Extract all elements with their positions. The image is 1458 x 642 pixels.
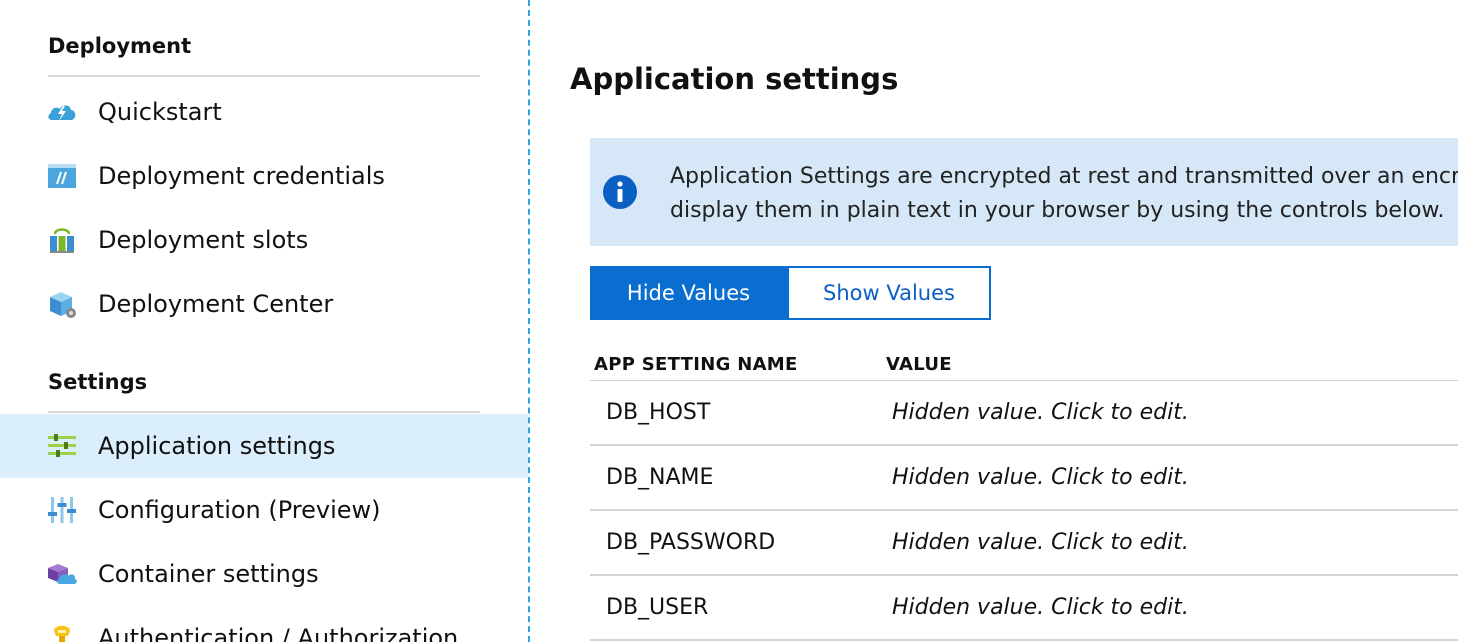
column-header-name: APP SETTING NAME bbox=[594, 354, 798, 375]
sidebar-item-label: Authentication / Authorization bbox=[98, 624, 459, 642]
sidebar-item-deployment-slots[interactable]: Deployment slots bbox=[0, 208, 528, 272]
table-header: APP SETTING NAME VALUE bbox=[590, 350, 1458, 381]
info-banner: Application Settings are encrypted at re… bbox=[590, 138, 1458, 246]
table-row[interactable]: DB_USER Hidden value. Click to edit. bbox=[590, 576, 1458, 641]
main-panel: Application settings Application Setting… bbox=[531, 0, 1458, 642]
sidebar-item-label: Deployment credentials bbox=[98, 162, 385, 190]
container-icon bbox=[48, 564, 77, 584]
table-row[interactable]: DB_PASSWORD Hidden value. Click to edit. bbox=[590, 511, 1458, 576]
sidebar-item-container-settings[interactable]: Container settings bbox=[0, 542, 528, 606]
info-banner-text: Application Settings are encrypted at re… bbox=[670, 164, 1458, 223]
key-icon bbox=[54, 625, 70, 642]
sidebar-item-deployment-center[interactable]: Deployment Center bbox=[0, 272, 528, 336]
sidebar-item-label: Configuration (Preview) bbox=[98, 496, 381, 524]
sidebar-menu: Deployment Quickstart Deployment credent… bbox=[0, 0, 528, 642]
setting-value[interactable]: Hidden value. Click to edit. bbox=[892, 381, 1189, 444]
values-visibility-toggle: Hide Values Show Values bbox=[590, 266, 991, 320]
table-row[interactable]: DB_NAME Hidden value. Click to edit. bbox=[590, 446, 1458, 511]
setting-value[interactable]: Hidden value. Click to edit. bbox=[892, 511, 1189, 574]
slots-icon bbox=[50, 228, 74, 253]
sidebar-item-quickstart[interactable]: Quickstart bbox=[0, 80, 528, 144]
configuration-icon bbox=[48, 497, 76, 523]
sidebar-item-application-settings[interactable]: Application settings bbox=[0, 414, 528, 478]
column-header-value: VALUE bbox=[886, 354, 952, 375]
deployment-center-icon bbox=[50, 292, 76, 318]
sidebar-item-label: Deployment slots bbox=[98, 226, 309, 254]
section-header-settings: Settings bbox=[48, 370, 148, 394]
app-service-blade: Deployment Quickstart Deployment credent… bbox=[0, 0, 1458, 642]
sidebar-item-authentication-authorization[interactable]: Authentication / Authorization bbox=[0, 606, 528, 642]
blade-splitter[interactable] bbox=[528, 0, 530, 642]
section-header-deployment: Deployment bbox=[48, 34, 192, 58]
sidebar-item-configuration-preview[interactable]: Configuration (Preview) bbox=[0, 478, 528, 542]
setting-name: DB_PASSWORD bbox=[606, 530, 776, 555]
section-divider bbox=[48, 75, 480, 77]
cloud-lightning-icon bbox=[48, 105, 76, 121]
info-icon bbox=[603, 175, 637, 209]
sidebar-item-label: Application settings bbox=[98, 432, 336, 460]
table-row[interactable]: DB_HOST Hidden value. Click to edit. bbox=[590, 381, 1458, 446]
setting-name: DB_USER bbox=[606, 595, 709, 620]
page-title: Application settings bbox=[570, 62, 899, 96]
hide-values-button[interactable]: Hide Values bbox=[590, 266, 787, 320]
sidebar-item-label: Container settings bbox=[98, 560, 319, 588]
sidebar-item-label: Quickstart bbox=[98, 98, 222, 126]
setting-value[interactable]: Hidden value. Click to edit. bbox=[892, 446, 1189, 509]
show-values-button[interactable]: Show Values bbox=[787, 266, 991, 320]
setting-name: DB_HOST bbox=[606, 400, 711, 425]
credentials-icon bbox=[48, 164, 76, 188]
sliders-icon bbox=[48, 434, 76, 457]
sidebar-item-deployment-credentials[interactable]: Deployment credentials bbox=[0, 144, 528, 208]
setting-name: DB_NAME bbox=[606, 465, 714, 490]
section-divider bbox=[48, 411, 480, 413]
app-settings-table: APP SETTING NAME VALUE DB_HOST Hidden va… bbox=[590, 350, 1458, 641]
sidebar-item-label: Deployment Center bbox=[98, 290, 334, 318]
setting-value[interactable]: Hidden value. Click to edit. bbox=[892, 576, 1189, 639]
